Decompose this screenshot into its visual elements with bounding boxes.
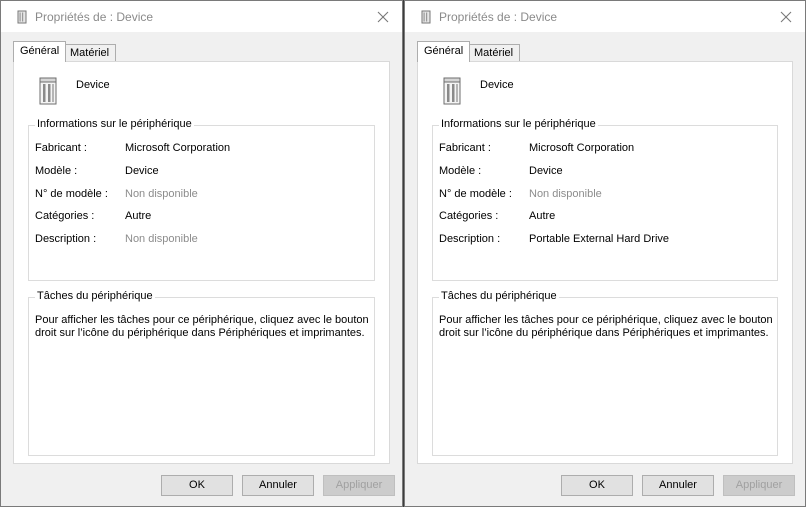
cancel-button[interactable]: Annuler — [242, 475, 314, 496]
cancel-button[interactable]: Annuler — [642, 475, 714, 496]
field-label: Catégories : — [35, 210, 95, 222]
tab-general[interactable]: Général — [417, 41, 471, 62]
field-label: Fabricant : — [439, 142, 491, 154]
group-label: Tâches du périphérique — [35, 290, 155, 302]
field-label: Modèle : — [439, 165, 482, 177]
group-label: Informations sur le périphérique — [439, 118, 598, 130]
tasks-description: Pour afficher les tâches pour ce périphé… — [35, 314, 369, 339]
device-icon — [421, 10, 431, 24]
general-tab-page: Device Informations sur le périphérique … — [417, 61, 793, 464]
tab-hardware[interactable]: Matériel — [63, 44, 117, 61]
hard-drive-icon — [443, 77, 461, 105]
hard-drive-icon — [39, 77, 57, 105]
field-label: Catégories : — [439, 210, 499, 222]
field-label: Description : — [439, 233, 501, 245]
field-label: N° de modèle : — [439, 188, 512, 200]
field-label: Description : — [35, 233, 97, 245]
device-icon — [17, 10, 27, 24]
field-value: Portable External Hard Drive — [529, 233, 670, 245]
general-tab-page: Device Informations sur le périphérique … — [13, 61, 390, 464]
close-icon[interactable] — [370, 5, 396, 29]
tasks-description: Pour afficher les tâches pour ce périphé… — [439, 314, 773, 339]
field-value: Autre — [125, 210, 152, 222]
field-value: Microsoft Corporation — [125, 142, 231, 154]
device-info-group: Informations sur le périphérique Fabrica… — [432, 118, 778, 281]
group-label: Informations sur le périphérique — [35, 118, 194, 130]
device-name: Device — [480, 79, 514, 91]
field-value: Non disponible — [125, 188, 198, 200]
tab-general[interactable]: Général — [13, 41, 67, 62]
device-info-group: Informations sur le périphérique Fabrica… — [28, 118, 375, 281]
title-bar[interactable]: Propriétés de : Device — [1, 1, 402, 32]
ok-button[interactable]: OK — [561, 475, 633, 496]
close-icon[interactable] — [773, 5, 799, 29]
apply-button[interactable]: Appliquer — [323, 475, 395, 496]
device-tasks-group: Tâches du périphérique Pour afficher les… — [28, 290, 375, 456]
properties-window-right: Propriétés de : Device Général Matériel … — [404, 0, 806, 507]
ok-button[interactable]: OK — [161, 475, 233, 496]
device-tasks-group: Tâches du périphérique Pour afficher les… — [432, 290, 778, 456]
field-label: Modèle : — [35, 165, 78, 177]
tab-hardware[interactable]: Matériel — [467, 44, 521, 61]
field-label: Fabricant : — [35, 142, 87, 154]
apply-button[interactable]: Appliquer — [723, 475, 795, 496]
device-name: Device — [76, 79, 110, 91]
title-bar[interactable]: Propriétés de : Device — [405, 1, 805, 32]
field-label: N° de modèle : — [35, 188, 108, 200]
window-title: Propriétés de : Device — [35, 10, 154, 24]
field-value: Device — [125, 165, 159, 177]
field-value: Microsoft Corporation — [529, 142, 635, 154]
properties-window-left: Propriétés de : Device Général Matériel … — [0, 0, 403, 507]
field-value: Non disponible — [125, 233, 198, 245]
field-value: Device — [529, 165, 563, 177]
group-label: Tâches du périphérique — [439, 290, 559, 302]
field-value: Non disponible — [529, 188, 602, 200]
field-value: Autre — [529, 210, 556, 222]
window-title: Propriétés de : Device — [439, 10, 558, 24]
